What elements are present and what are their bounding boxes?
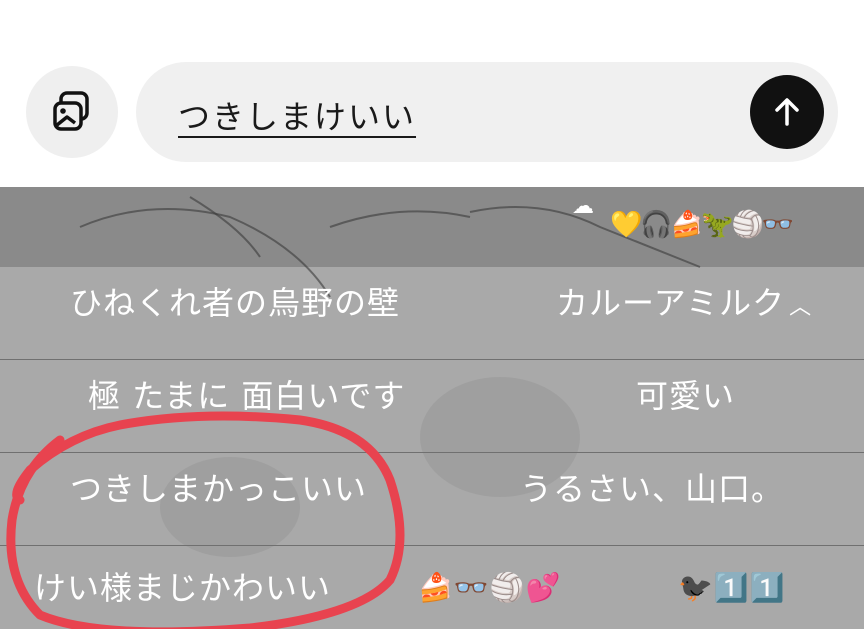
- message-input-text: つきしまけいい: [178, 98, 417, 136]
- answer-row: つきしまかっこいい うるさい、山口。: [0, 453, 864, 546]
- answer-right[interactable]: 可愛い: [636, 360, 735, 452]
- arrow-up-icon: [775, 98, 799, 126]
- answer-row: ひねくれ者の烏野の壁 カルーアミルク ︿: [0, 267, 864, 360]
- answer-right[interactable]: カルーアミルク ︿: [556, 267, 812, 359]
- answer-grid: ひねくれ者の烏野の壁 カルーアミルク ︿ 極 たまに 面白いです 可愛い つきしま…: [0, 267, 864, 638]
- send-button[interactable]: [750, 75, 824, 149]
- answer-left[interactable]: 極 たまに 面白いです: [88, 360, 405, 452]
- answer-left[interactable]: ひねくれ者の烏野の壁: [70, 267, 400, 359]
- header-emoji: 💛🎧🍰🦖🏐👓: [610, 210, 794, 240]
- cloud-icon: ☁: [572, 194, 594, 219]
- answer-right-text: カルーアミルク: [556, 284, 786, 322]
- media-button[interactable]: [26, 66, 118, 158]
- message-input[interactable]: つきしまけいい: [136, 62, 838, 162]
- answer-right[interactable]: 🐦‍⬛1️⃣1️⃣: [678, 546, 786, 638]
- answer-right[interactable]: うるさい、山口。: [520, 453, 784, 545]
- chevron-up-icon: ︿: [789, 295, 813, 320]
- answer-left-emoji: 🍰👓🏐💕: [418, 571, 562, 604]
- answer-left[interactable]: つきしまかっこいい: [70, 453, 367, 545]
- composer-bar: つきしまけいい: [0, 0, 864, 187]
- answer-row: けい様まじかわいい 🍰👓🏐💕 🐦‍⬛1️⃣1️⃣: [0, 546, 864, 638]
- gallery-icon: [53, 91, 89, 131]
- answer-row: 極 たまに 面白いです 可愛い: [0, 360, 864, 453]
- answer-left[interactable]: けい様まじかわいい: [34, 546, 331, 638]
